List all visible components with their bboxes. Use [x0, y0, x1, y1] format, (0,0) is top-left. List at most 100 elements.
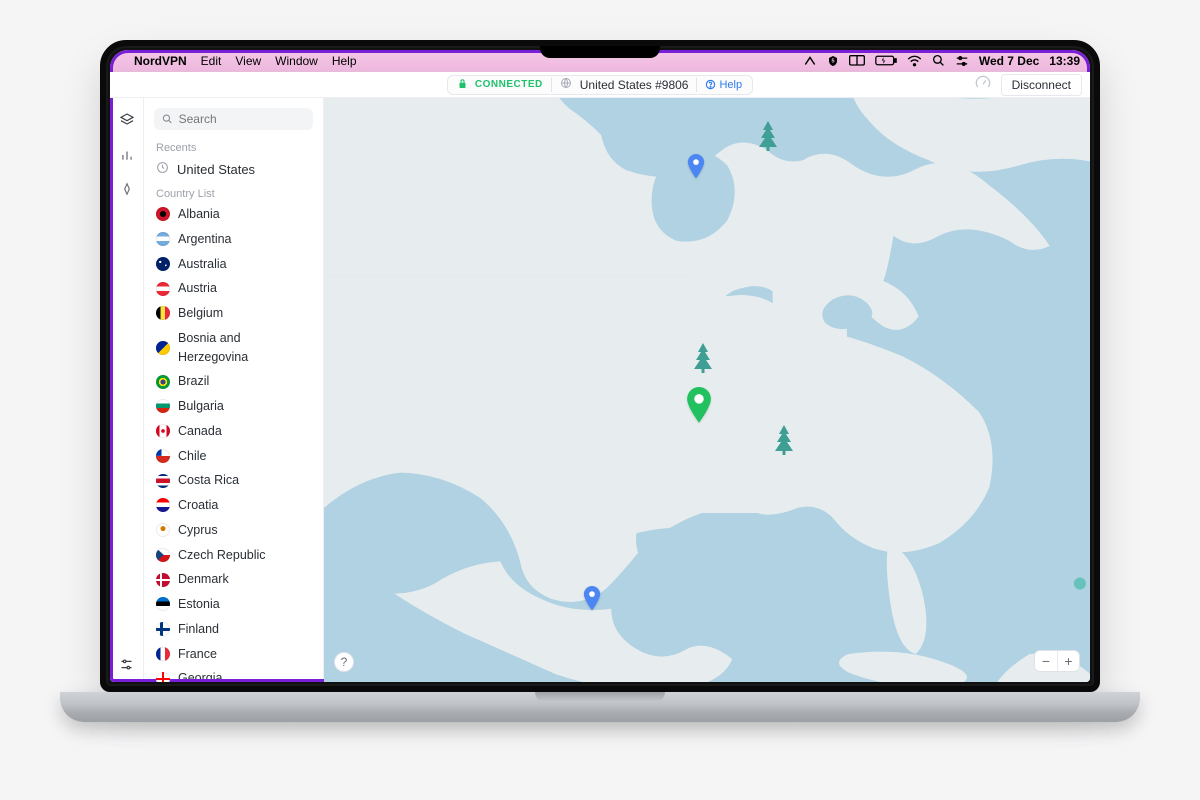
country-item[interactable]: Cyprus: [144, 518, 323, 543]
control-center-menubar-icon[interactable]: [955, 55, 969, 67]
flag-icon: [156, 523, 170, 537]
menubar-status-icons: 5 We: [803, 54, 1080, 68]
country-item[interactable]: Czech Republic: [144, 543, 323, 568]
app-body: Recents United States Country List Alban…: [110, 98, 1090, 682]
map-server-pin[interactable]: [582, 586, 602, 612]
connection-status-pill[interactable]: CONNECTED United States #9806 Help: [447, 75, 753, 95]
mesh-icon[interactable]: [120, 182, 134, 196]
country-name: Australia: [178, 255, 227, 274]
speed-icon[interactable]: [975, 75, 991, 94]
country-name: Costa Rica: [178, 471, 239, 490]
country-item[interactable]: Croatia: [144, 493, 323, 518]
menubar-time[interactable]: 13:39: [1049, 54, 1080, 68]
flag-icon: [156, 306, 170, 320]
menu-edit[interactable]: Edit: [201, 54, 222, 68]
menu-window[interactable]: Window: [275, 54, 318, 68]
flag-icon: [156, 232, 170, 246]
settings-icon[interactable]: [119, 657, 134, 672]
map[interactable]: ? − +: [324, 98, 1090, 682]
lock-icon: [458, 78, 467, 92]
country-name: Belgium: [178, 304, 223, 323]
flag-icon: [156, 424, 170, 438]
country-name: Brazil: [178, 372, 209, 391]
country-item[interactable]: Estonia: [144, 592, 323, 617]
map-tree-decoration: [692, 343, 714, 378]
country-name: Canada: [178, 422, 222, 441]
country-item[interactable]: Bulgaria: [144, 394, 323, 419]
recent-item-label: United States: [177, 162, 255, 177]
country-item[interactable]: Austria: [144, 276, 323, 301]
menu-view[interactable]: View: [235, 54, 261, 68]
country-item[interactable]: France: [144, 642, 323, 667]
disconnect-button[interactable]: Disconnect: [1001, 74, 1082, 96]
battery-menubar-icon[interactable]: [875, 55, 897, 66]
screen: NordVPN Edit View Window Help 5: [110, 50, 1090, 682]
app-menu[interactable]: NordVPN: [134, 54, 187, 68]
laptop-lid: NordVPN Edit View Window Help 5: [100, 40, 1100, 692]
search-input[interactable]: [154, 108, 313, 130]
flag-icon: [156, 573, 170, 587]
country-name: Austria: [178, 279, 217, 298]
recents-label: Recents: [144, 136, 323, 156]
flag-icon: [156, 474, 170, 488]
flag-icon: [156, 597, 170, 611]
app-menus: NordVPN Edit View Window Help: [134, 54, 357, 68]
menu-help[interactable]: Help: [332, 54, 357, 68]
country-item[interactable]: Brazil: [144, 369, 323, 394]
search-field[interactable]: [179, 112, 305, 126]
country-item[interactable]: Australia: [144, 252, 323, 277]
country-item[interactable]: Canada: [144, 419, 323, 444]
flag-icon: [156, 282, 170, 296]
country-name: Georgia: [178, 669, 222, 682]
flag-icon: [156, 341, 170, 355]
country-item[interactable]: Albania: [144, 202, 323, 227]
stats-icon[interactable]: [120, 148, 134, 162]
flag-icon: [156, 622, 170, 636]
country-item[interactable]: Bosnia and Herzegovina: [144, 326, 323, 370]
help-link-label: Help: [719, 79, 742, 91]
country-item[interactable]: Denmark: [144, 567, 323, 592]
country-item[interactable]: Costa Rica: [144, 468, 323, 493]
flag-icon: [156, 498, 170, 512]
country-item[interactable]: Finland: [144, 617, 323, 642]
country-name: Chile: [178, 447, 207, 466]
map-tree-decoration: [757, 121, 779, 156]
map-tree-decoration: [773, 425, 795, 460]
left-rail: [110, 98, 144, 682]
flag-icon: [156, 399, 170, 413]
app-toolbar: CONNECTED United States #9806 Help: [110, 72, 1090, 98]
clock-icon: [156, 161, 169, 177]
map-server-pin[interactable]: [686, 154, 706, 180]
country-item[interactable]: Argentina: [144, 227, 323, 252]
country-name: Finland: [178, 620, 219, 639]
display-menubar-icon[interactable]: [849, 55, 865, 67]
server-name: United States #9806: [580, 78, 689, 92]
map-help-button[interactable]: ?: [334, 652, 354, 672]
recent-item[interactable]: United States: [144, 156, 323, 182]
country-item[interactable]: Chile: [144, 444, 323, 469]
country-name: France: [178, 645, 217, 664]
country-list[interactable]: AlbaniaArgentina Australia Austria Belgium B…: [144, 202, 323, 682]
country-name: Czech Republic: [178, 546, 266, 565]
country-name: Denmark: [178, 570, 229, 589]
flag-icon: [156, 647, 170, 661]
vpn-menubar-icon[interactable]: [803, 54, 817, 68]
flag-icon: [156, 548, 170, 562]
country-item[interactable]: Georgia: [144, 666, 323, 682]
map-connected-pin[interactable]: [684, 387, 714, 425]
flag-icon: [156, 257, 170, 271]
zoom-in-button[interactable]: +: [1057, 651, 1079, 671]
flag-icon: [156, 207, 170, 221]
layers-icon[interactable]: [119, 112, 135, 128]
country-item[interactable]: Belgium: [144, 301, 323, 326]
shield-menubar-icon[interactable]: 5: [827, 54, 839, 68]
wifi-menubar-icon[interactable]: [907, 55, 922, 67]
search-icon: [162, 113, 173, 125]
menubar-date[interactable]: Wed 7 Dec: [979, 54, 1039, 68]
spotlight-menubar-icon[interactable]: [932, 54, 945, 67]
country-name: Estonia: [178, 595, 220, 614]
globe-icon: [560, 77, 572, 92]
zoom-out-button[interactable]: −: [1035, 651, 1057, 671]
connection-status: CONNECTED: [475, 79, 543, 90]
help-link[interactable]: Help: [705, 79, 742, 91]
